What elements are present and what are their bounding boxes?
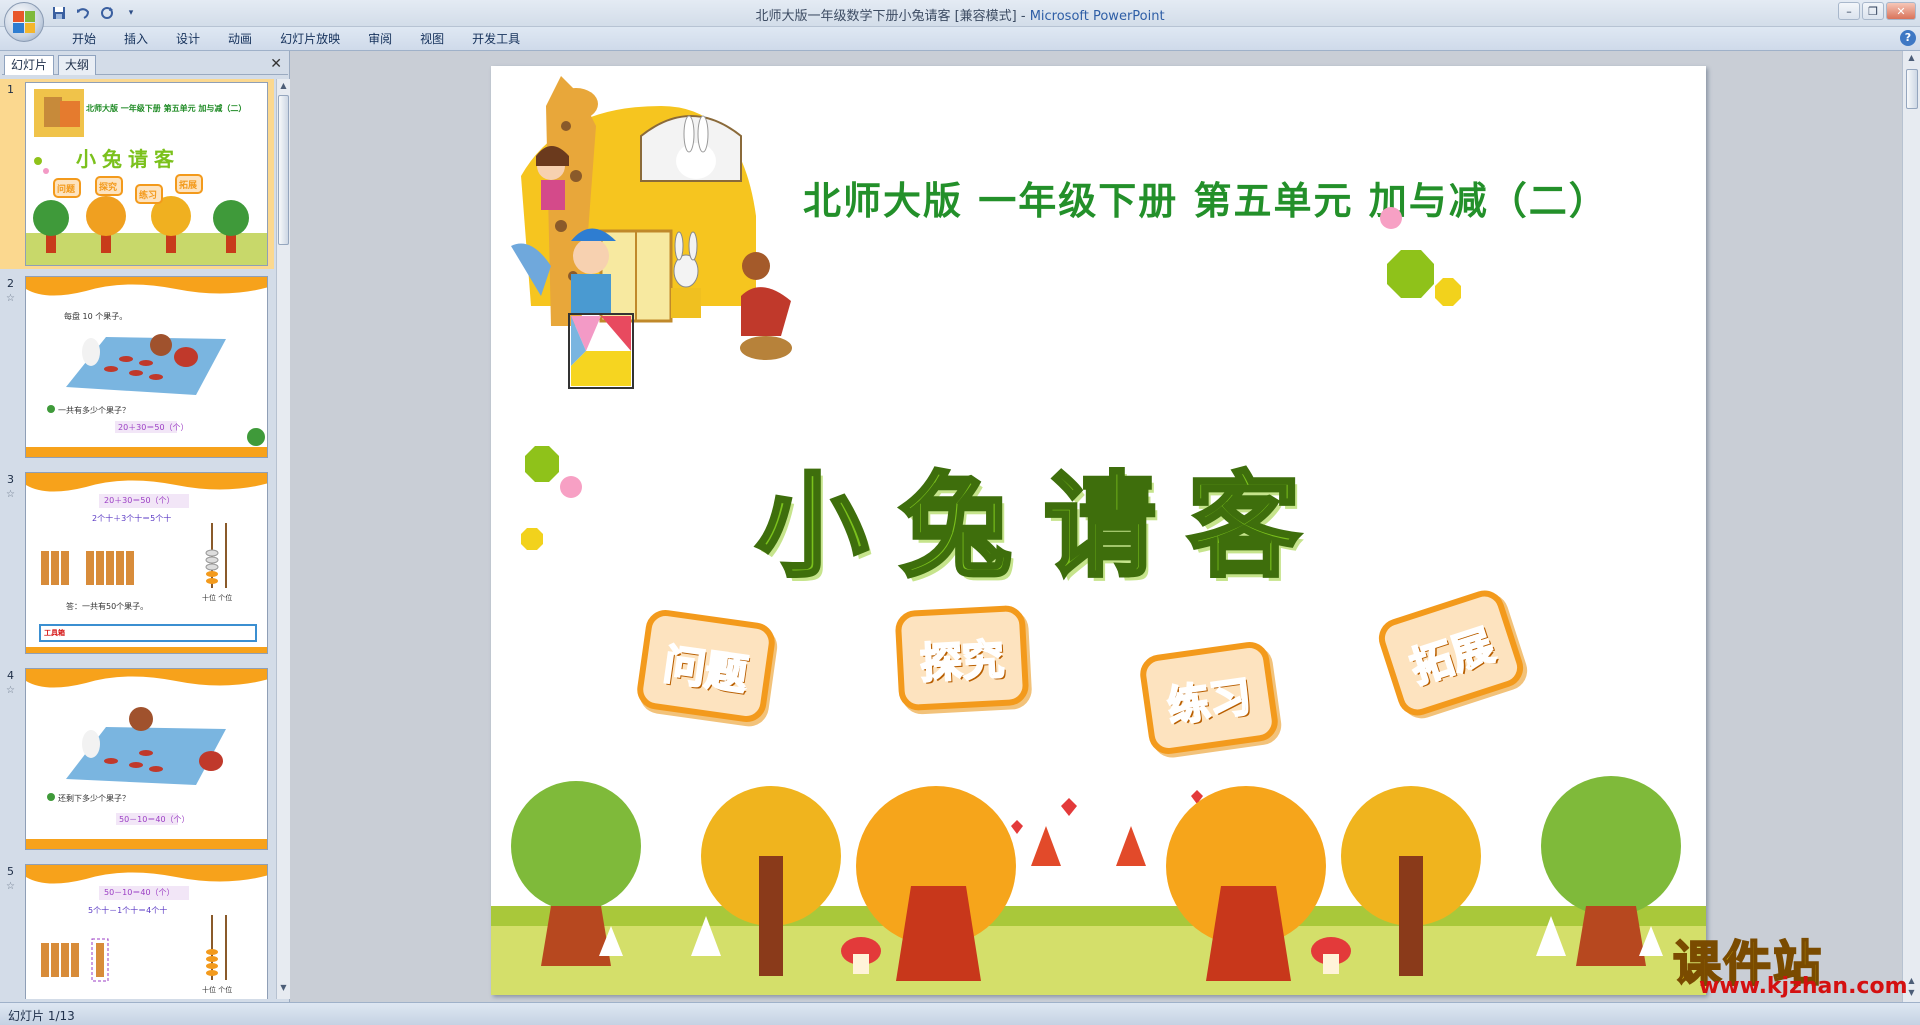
slide-thumbnail-4[interactable]: 4 ☆ 还剩下多少个果子？ 50－10＝40（个） [0,665,274,855]
animal-characters-illustration [511,76,792,389]
thumb-subtitle: 北师大版 一年级下册 第五单元 加与减（二） [86,104,247,113]
slide-5-art [26,865,267,982]
ribbon-tab-bar: 开始 插入 设计 动画 幻灯片放映 审阅 视图 开发工具 ? [0,27,1920,51]
tab-design[interactable]: 设计 [162,31,214,47]
thumb-equation: 20＋30＝50（个） [118,423,189,432]
close-icon[interactable]: ✕ [270,56,282,72]
badge-practice[interactable]: 练习 [1137,639,1281,757]
badge-explore[interactable]: 探究 [894,604,1030,712]
window-title: 北师大版一年级数学下册小兔请客 [兼容模式] - Microsoft Power… [0,5,1920,24]
slide-canvas[interactable]: 北师大版 一年级下册 第五单元 加与减（二） 小兔请客 问题 探究 练习 拓展 [491,66,1706,995]
help-icon[interactable]: ? [1900,30,1916,46]
tab-outline[interactable]: 大纲 [58,55,97,75]
thumbnail-scrollbar[interactable]: ▲ ▼ [276,79,290,999]
animation-star-icon: ☆ [6,489,15,500]
tab-insert[interactable]: 插入 [110,31,162,47]
forest-illustration [491,776,1706,995]
watermark-url: www.kjzhan.com [1699,974,1908,999]
window-controls: – ❐ ✕ [1838,2,1916,20]
slide-preview: 每盘 10 个果子。 一共有多少个果子？ 20＋30＝50（个） [25,276,268,458]
ribbon-tabs: 开始 插入 设计 动画 幻灯片放映 审阅 视图 开发工具 [58,31,534,47]
title-bar: ▾ 北师大版一年级数学下册小兔请客 [兼容模式] - Microsoft Pow… [0,0,1920,42]
scroll-up-icon[interactable]: ▲ [1906,53,1917,65]
thumb-caption: 每盘 10 个果子。 [64,312,128,321]
slide-title[interactable]: 小兔请客 [754,436,1332,598]
slide-thumbnail-2[interactable]: 2 ☆ 每盘 10 个果子。 一共有多少个果子？ 20＋30＝50（个） [0,273,274,463]
thumb-abacus-label: 十位 个位 [202,986,233,994]
scroll-down-icon[interactable]: ▼ [278,983,289,995]
tab-developer[interactable]: 开发工具 [458,31,534,47]
scroll-thumb[interactable] [1906,69,1918,109]
slide-preview: 20＋30＝50（个） 2个十＋3个十＝5个十 答：一共有50个果子。 十位 个… [25,472,268,654]
document-title: 北师大版一年级数学下册小兔请客 [兼容模式] [755,9,1017,24]
thumb-equation: 20＋30＝50（个） [104,496,175,505]
powerpoint-window: ▾ 北师大版一年级数学下册小兔请客 [兼容模式] - Microsoft Pow… [0,0,1920,1025]
slide-number: 2 [7,277,14,290]
slide-number: 4 [7,669,14,682]
slide-subtitle[interactable]: 北师大版 一年级下册 第五单元 加与减（二） [803,170,1609,225]
animation-star-icon: ☆ [6,293,15,304]
badge-question[interactable]: 问题 [634,607,778,725]
restore-button[interactable]: ❐ [1862,2,1884,20]
slide-preview: 还剩下多少个果子？ 50－10＝40（个） [25,668,268,850]
badge-extend[interactable]: 拓展 [1373,585,1529,721]
thumb-equation: 50－10＝40（个） [104,888,175,897]
thumb-badge: 问题 [57,185,76,195]
tab-view[interactable]: 视图 [406,31,458,47]
thumb-answer: 答：一共有50个果子。 [66,602,149,611]
minimize-button[interactable]: – [1838,2,1860,20]
slide-number: 5 [7,865,14,878]
slide-scrollbar[interactable]: ▲ ▲ ▼ [1902,51,1920,1002]
decorative-dots-left [521,446,582,550]
panel-tabs: 幻灯片 大纲 ✕ [2,53,288,75]
animation-star-icon: ☆ [6,881,15,892]
slide-thumbnail-5[interactable]: 5 ☆ 50－10＝40（个） 5个十－1个十＝4个十 十位 个位 [0,861,274,999]
animation-star-icon: ☆ [6,685,15,696]
thumb-line: 2个十＋3个十＝5个十 [92,514,172,523]
status-bar: 幻灯片 1/13 [0,1002,1920,1025]
thumb-badge: 拓展 [179,181,198,191]
close-button[interactable]: ✕ [1886,2,1916,20]
slide-counter: 幻灯片 1/13 [8,1009,75,1023]
office-button[interactable] [4,2,44,42]
slides-panel: 幻灯片 大纲 ✕ 1 北师大版 一年级下册 第五单元 加与减（二） 小兔请客 问… [0,51,290,1002]
thumb-equation: 50－10＝40（个） [119,815,190,824]
slide-preview: 50－10＝40（个） 5个十－1个十＝4个十 十位 个位 [25,864,268,999]
tab-slideshow[interactable]: 幻灯片放映 [266,31,354,47]
tab-review[interactable]: 审阅 [354,31,406,47]
thumb-toolbox: 工具箱 [44,629,65,637]
previous-slide-icon[interactable]: ▲ [1906,976,1917,988]
thumb-abacus-label: 十位 个位 [202,594,233,602]
thumb-title: 小兔请客 [76,147,180,171]
scroll-thumb[interactable] [278,95,289,245]
office-button-icon [13,11,35,33]
next-slide-icon[interactable]: ▼ [1906,988,1917,1000]
tab-slides[interactable]: 幻灯片 [4,55,55,75]
slide-number: 1 [7,83,14,96]
slide-preview: 北师大版 一年级下册 第五单元 加与减（二） 小兔请客 问题 探究 练习 拓展 [25,82,268,266]
slide-thumbnail-3[interactable]: 3 ☆ 20＋30＝50（个） 2个十＋3个十＝5个十 答：一共有50个果子。 … [0,469,274,659]
thumb-line: 5个十－1个十＝4个十 [88,906,168,915]
scroll-up-icon[interactable]: ▲ [278,81,289,93]
title-separator: - [1016,9,1030,24]
site-watermark: 课件站 www.kjzhan.com [1672,924,1908,1002]
thumb-question: 还剩下多少个果子？ [58,794,130,803]
slide-number: 3 [7,473,14,486]
tab-home[interactable]: 开始 [58,31,110,47]
decorative-dots-right [1380,207,1461,306]
slide-thumbnail-1[interactable]: 1 北师大版 一年级下册 第五单元 加与减（二） 小兔请客 问题 探究 练习 拓… [0,79,274,269]
thumb-question: 一共有多少个果子？ [58,406,130,415]
app-name: Microsoft PowerPoint [1029,9,1165,24]
thumb-badge: 练习 [139,191,158,201]
thumb-badge: 探究 [99,183,118,193]
slide-editing-area: 北师大版 一年级下册 第五单元 加与减（二） 小兔请客 问题 探究 练习 拓展 [291,51,1901,1002]
slide-thumbnails: 1 北师大版 一年级下册 第五单元 加与减（二） 小兔请客 问题 探究 练习 拓… [0,79,274,999]
tab-animations[interactable]: 动画 [214,31,266,47]
